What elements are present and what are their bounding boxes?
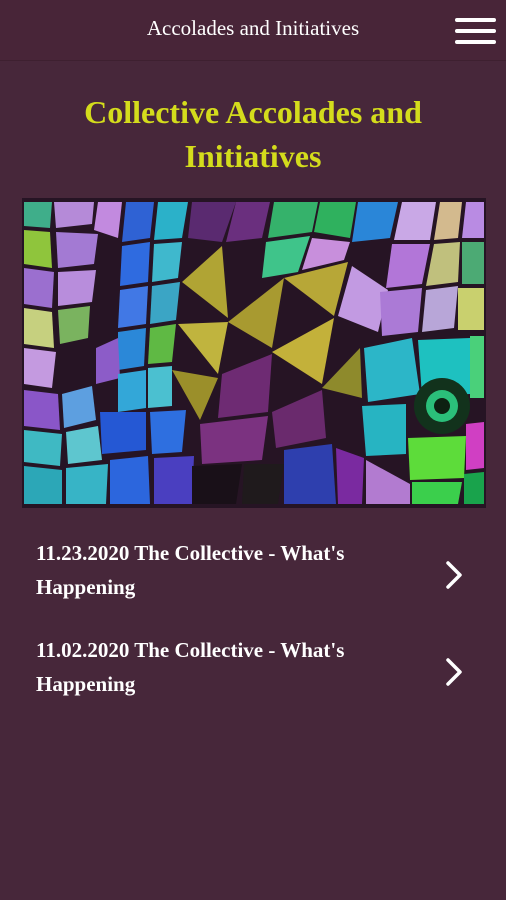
news-item-1-label: 11.23.2020 The Collective - What's Happe… <box>36 541 345 599</box>
chevron-right-icon <box>446 658 462 686</box>
top-app-bar: Accolades and Initiatives <box>0 0 506 61</box>
news-item-2[interactable]: 11.02.2020 The Collective - What's Happe… <box>0 627 506 717</box>
news-item-1[interactable]: 11.23.2020 The Collective - What's Happe… <box>0 530 506 620</box>
hamburger-menu-icon[interactable] <box>455 18 496 46</box>
page-title: Collective Accolades and Initiatives <box>84 94 422 174</box>
chevron-right-icon <box>446 561 462 589</box>
news-item-2-label: 11.02.2020 The Collective - What's Happe… <box>36 638 345 696</box>
app-bar-title: Accolades and Initiatives <box>146 16 360 40</box>
stained-glass-mosaic-image <box>22 198 486 508</box>
